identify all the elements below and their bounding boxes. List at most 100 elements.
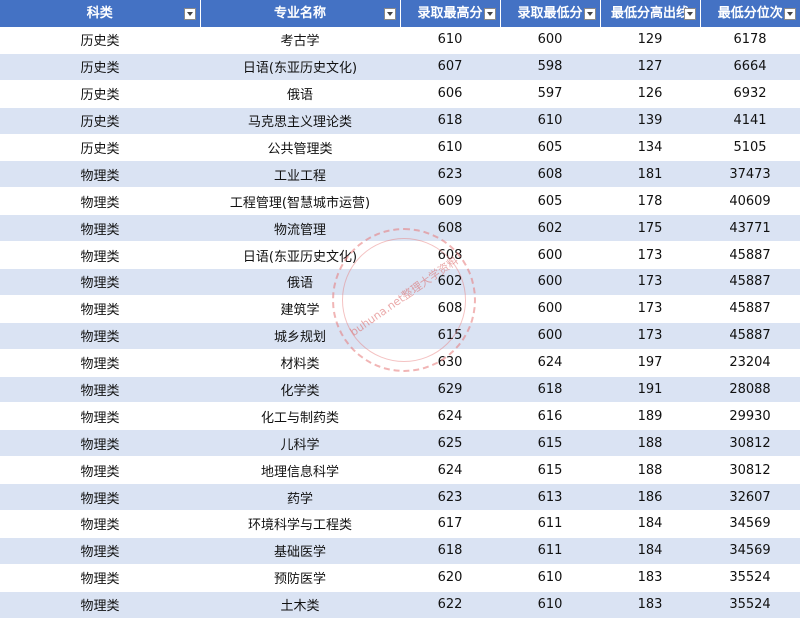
table-row: 物理类化工与制药类62461618929930 (0, 403, 800, 430)
table-row: 物理类环境科学与工程类61761118434569 (0, 511, 800, 538)
table-cell: 623 (400, 484, 500, 511)
table-cell: 625 (400, 430, 500, 457)
table-cell: 考古学 (200, 27, 400, 53)
table-row: 历史类公共管理类6106051345105 (0, 134, 800, 161)
table-cell: 610 (500, 107, 600, 134)
table-cell: 物理类 (0, 537, 200, 564)
table-cell: 37473 (700, 161, 800, 188)
table-cell: 34569 (700, 511, 800, 538)
table-cell: 616 (500, 403, 600, 430)
table-cell: 6932 (700, 80, 800, 107)
table-row: 历史类俄语6065971266932 (0, 80, 800, 107)
table-cell: 607 (400, 53, 500, 80)
table-cell: 物理类 (0, 161, 200, 188)
filter-dropdown-icon[interactable] (784, 8, 796, 20)
table-cell: 6178 (700, 27, 800, 53)
table-cell: 5105 (700, 134, 800, 161)
table-cell: 物理类 (0, 349, 200, 376)
table-row: 物理类药学62361318632607 (0, 484, 800, 511)
table-row: 物理类地理信息科学62461518830812 (0, 457, 800, 484)
table-cell: 45887 (700, 269, 800, 296)
table-cell: 615 (400, 322, 500, 349)
table-cell: 597 (500, 80, 600, 107)
table-cell: 4141 (700, 107, 800, 134)
table-cell: 186 (600, 484, 700, 511)
header-row: 科类专业名称录取最高分录取最低分最低分高出线最低分位次 (0, 0, 800, 27)
table-row: 物理类儿科学62561518830812 (0, 430, 800, 457)
column-header-3: 录取最低分 (500, 0, 600, 27)
table-cell: 马克思主义理论类 (200, 107, 400, 134)
table-row: 物理类日语(东亚历史文化)60860017345887 (0, 242, 800, 269)
table-cell: 30812 (700, 430, 800, 457)
table-cell: 30812 (700, 457, 800, 484)
table-cell: 188 (600, 457, 700, 484)
table-cell: 600 (500, 269, 600, 296)
table-cell: 物理类 (0, 564, 200, 591)
table-cell: 预防医学 (200, 564, 400, 591)
table-cell: 126 (600, 80, 700, 107)
table-cell: 197 (600, 349, 700, 376)
filter-dropdown-icon[interactable] (584, 8, 596, 20)
table-cell: 139 (600, 107, 700, 134)
table-cell: 历史类 (0, 134, 200, 161)
table-row: 物理类俄语60260017345887 (0, 269, 800, 296)
table-cell: 地理信息科学 (200, 457, 400, 484)
table-cell: 624 (500, 349, 600, 376)
column-header-label: 专业名称 (201, 0, 400, 27)
table-cell: 600 (500, 322, 600, 349)
table-row: 物理类工程管理(智慧城市运营)60960517840609 (0, 188, 800, 215)
filter-dropdown-icon[interactable] (184, 8, 196, 20)
table-row: 物理类建筑学60860017345887 (0, 295, 800, 322)
table-row: 物理类预防医学62061018335524 (0, 564, 800, 591)
table-cell: 物理类 (0, 511, 200, 538)
column-header-label: 科类 (0, 0, 200, 27)
filter-dropdown-icon[interactable] (684, 8, 696, 20)
table-row: 物理类化学类62961819128088 (0, 376, 800, 403)
table-cell: 611 (500, 511, 600, 538)
table-cell: 物理类 (0, 376, 200, 403)
table-cell: 624 (400, 403, 500, 430)
table-cell: 历史类 (0, 27, 200, 53)
table-cell: 儿科学 (200, 430, 400, 457)
table-cell: 物理类 (0, 430, 200, 457)
table-cell: 618 (400, 107, 500, 134)
table-cell: 日语(东亚历史文化) (200, 242, 400, 269)
column-header-1: 专业名称 (200, 0, 400, 27)
table-cell: 工业工程 (200, 161, 400, 188)
admission-scores-table: 科类专业名称录取最高分录取最低分最低分高出线最低分位次 历史类考古学610600… (0, 0, 800, 619)
table-cell: 35524 (700, 564, 800, 591)
table-cell: 历史类 (0, 107, 200, 134)
table-cell: 43771 (700, 215, 800, 242)
filter-dropdown-icon[interactable] (484, 8, 496, 20)
table-cell: 608 (400, 295, 500, 322)
table-row: 物理类基础医学61861118434569 (0, 537, 800, 564)
table-cell: 184 (600, 537, 700, 564)
table-cell: 历史类 (0, 80, 200, 107)
table-cell: 物理类 (0, 242, 200, 269)
table-cell: 602 (400, 269, 500, 296)
table-cell: 609 (400, 188, 500, 215)
column-header-5: 最低分位次 (700, 0, 800, 27)
table-cell: 6664 (700, 53, 800, 80)
table-cell: 600 (500, 295, 600, 322)
table-cell: 29930 (700, 403, 800, 430)
table-cell: 615 (500, 430, 600, 457)
table-row: 物理类物流管理60860217543771 (0, 215, 800, 242)
table-cell: 公共管理类 (200, 134, 400, 161)
table-cell: 606 (400, 80, 500, 107)
table-cell: 600 (500, 27, 600, 53)
table-cell: 材料类 (200, 349, 400, 376)
table-cell: 城乡规划 (200, 322, 400, 349)
table-cell: 俄语 (200, 80, 400, 107)
table-cell: 608 (400, 242, 500, 269)
table-cell: 129 (600, 27, 700, 53)
table-cell: 物理类 (0, 188, 200, 215)
table-cell: 188 (600, 430, 700, 457)
table-body: 历史类考古学6106001296178历史类日语(东亚历史文化)60759812… (0, 27, 800, 618)
table-row: 历史类日语(东亚历史文化)6075981276664 (0, 53, 800, 80)
filter-dropdown-icon[interactable] (384, 8, 396, 20)
table-cell: 俄语 (200, 269, 400, 296)
table-row: 物理类工业工程62360818137473 (0, 161, 800, 188)
table-cell: 623 (400, 161, 500, 188)
table-cell: 602 (500, 215, 600, 242)
